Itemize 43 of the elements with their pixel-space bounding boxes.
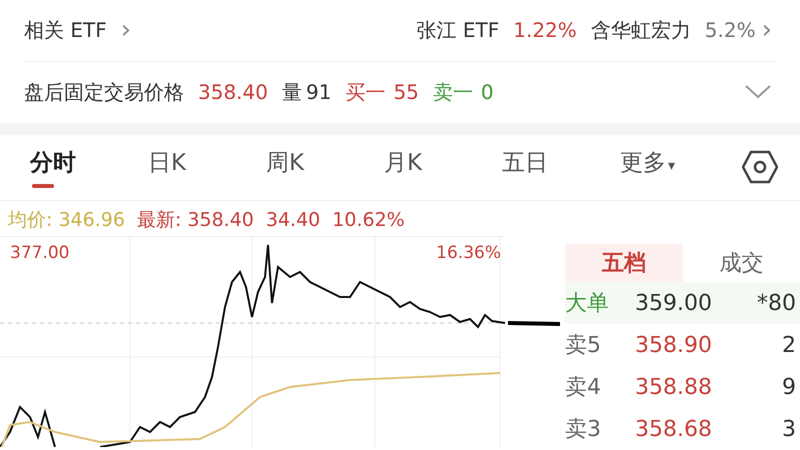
order-book-tab[interactable]: 成交 <box>682 244 800 282</box>
etf-change: 1.22% <box>513 18 577 42</box>
chart-tab[interactable]: 月K <box>384 146 502 188</box>
ask-quantity: 9 <box>782 374 796 400</box>
ask-level-label: 卖3 <box>565 416 602 444</box>
chevron[interactable]: › <box>120 17 132 44</box>
etf-name[interactable]: 张江 ETF <box>416 16 500 44</box>
related-etf-label[interactable]: 相关 ETF <box>24 16 107 44</box>
chevron[interactable]: › <box>762 17 772 44</box>
order-book-tab[interactable]: 五档 <box>565 244 682 282</box>
big-order-quantity: *80 <box>757 290 796 316</box>
average-price: 均价: 346.96 <box>8 208 125 234</box>
ask-price: 358.88 <box>635 374 713 400</box>
chart-tab[interactable]: 五日 <box>502 146 620 188</box>
etf-change: 5.2% <box>704 18 756 42</box>
chart-tab[interactable]: 周K <box>266 146 384 188</box>
chart-tab[interactable]: 分时 <box>30 146 148 188</box>
expand-icon[interactable] <box>744 84 772 100</box>
chart-tab[interactable]: 日K <box>148 146 266 188</box>
latest-price: 最新: 358.40 <box>136 208 254 234</box>
bid-value: 55 <box>393 80 419 104</box>
volume-label: 量 <box>282 78 302 106</box>
ask-quantity: 3 <box>782 416 796 442</box>
big-order-label: 大单 <box>565 290 610 318</box>
ask-label: 卖一 <box>432 78 473 106</box>
chart-tab[interactable]: 更多▾ <box>620 146 738 188</box>
volume-value: 91 <box>306 80 332 104</box>
top-percent-label: 16.36% <box>436 243 501 263</box>
after-hours-price: 358.40 <box>198 80 268 104</box>
ask-value: 0 <box>480 80 494 104</box>
ask-level-label: 卖5 <box>565 332 602 360</box>
bid-label: 买一 <box>345 78 386 106</box>
etf-name[interactable]: 含华虹宏力 <box>590 16 691 44</box>
after-hours-label: 盘后固定交易价格 <box>24 78 184 106</box>
percent-change: 10.62% <box>332 209 405 232</box>
settings-icon[interactable] <box>742 150 778 184</box>
ask-price: 358.90 <box>635 332 713 358</box>
top-price-label: 377.00 <box>10 243 70 263</box>
price-change: 34.40 <box>266 209 320 232</box>
ask-quantity: 2 <box>782 332 796 358</box>
ask-level-label: 卖4 <box>565 374 602 402</box>
ask-price: 358.68 <box>635 416 713 442</box>
big-order-price: 359.00 <box>635 290 713 316</box>
